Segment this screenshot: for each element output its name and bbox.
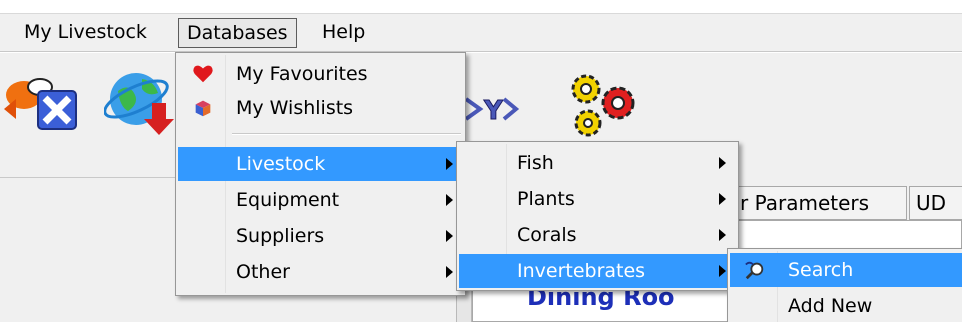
databases-menu: My Favourites My Wishlists Livestock Equ… — [175, 52, 466, 296]
menubar: My Livestock Databases Help — [0, 14, 962, 52]
window-top-edge — [0, 0, 962, 14]
menu-item-fish[interactable]: Fish — [459, 146, 736, 180]
menu-item-my-favourites[interactable]: My Favourites — [178, 57, 463, 91]
submenu-arrow-icon — [446, 230, 453, 242]
xy-chart-icon[interactable]: Y — [464, 93, 536, 125]
menu-item-corals[interactable]: Corals — [459, 218, 736, 252]
menu-item-suppliers[interactable]: Suppliers — [178, 219, 463, 253]
menu-databases[interactable]: Databases — [178, 18, 297, 48]
submenu-arrow-icon — [446, 158, 453, 170]
gears-icon[interactable] — [566, 71, 642, 139]
menu-item-other[interactable]: Other — [178, 255, 463, 289]
menu-item-livestock[interactable]: Livestock — [178, 147, 463, 181]
submenu-arrow-icon — [446, 266, 453, 278]
tab-parameters[interactable]: r Parameters — [733, 186, 907, 220]
menu-separator — [232, 133, 461, 135]
search-icon — [745, 261, 764, 280]
gift-icon — [195, 100, 211, 117]
toolbar: Y — [0, 53, 962, 141]
heart-icon — [193, 65, 213, 83]
tab-ud[interactable]: UD — [909, 186, 962, 220]
svg-text:Y: Y — [483, 96, 504, 125]
submenu-arrow-icon — [446, 194, 453, 206]
submenu-arrow-icon — [719, 157, 726, 169]
invertebrates-submenu: Search Add New — [727, 248, 962, 322]
menu-item-equipment[interactable]: Equipment — [178, 183, 463, 217]
menu-help[interactable]: Help — [314, 18, 373, 48]
menu-item-search[interactable]: Search — [730, 253, 962, 287]
submenu-arrow-icon — [719, 193, 726, 205]
menu-item-plants[interactable]: Plants — [459, 182, 736, 216]
menu-item-add-new[interactable]: Add New — [730, 289, 962, 322]
menu-item-my-wishlists[interactable]: My Wishlists — [178, 91, 463, 125]
menu-item-invertebrates[interactable]: Invertebrates — [459, 254, 736, 288]
submenu-arrow-icon — [719, 265, 726, 277]
livestock-submenu: Fish Plants Corals Invertebrates — [456, 141, 739, 291]
submenu-arrow-icon — [719, 229, 726, 241]
menu-my-livestock[interactable]: My Livestock — [16, 18, 155, 48]
fish-icon[interactable] — [2, 69, 82, 139]
globe-download-icon[interactable] — [104, 63, 184, 139]
